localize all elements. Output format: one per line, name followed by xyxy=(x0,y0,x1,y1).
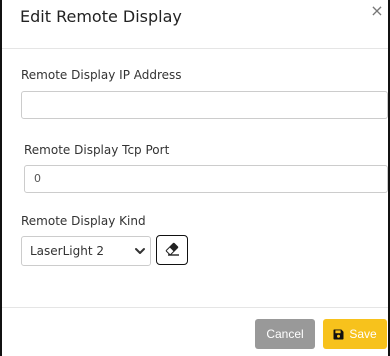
header-divider xyxy=(2,48,388,49)
tcp-port-input[interactable]: 0 xyxy=(24,165,388,193)
display-kind-label: Remote Display Kind xyxy=(21,214,146,228)
save-label: Save xyxy=(349,327,377,341)
footer-divider xyxy=(2,307,388,308)
chevron-down-icon xyxy=(134,244,146,258)
save-button[interactable]: Save xyxy=(323,319,387,349)
edit-remote-display-dialog: Edit Remote Display × Remote Display IP … xyxy=(0,0,390,356)
display-kind-selected-value: LaserLight 2 xyxy=(30,244,105,258)
floppy-disk-icon xyxy=(333,329,344,340)
close-icon[interactable]: × xyxy=(370,3,384,19)
display-kind-select[interactable]: LaserLight 2 xyxy=(21,236,151,266)
ip-address-label: Remote Display IP Address xyxy=(21,68,182,82)
clear-kind-button[interactable] xyxy=(156,235,188,265)
ip-address-input[interactable] xyxy=(21,91,388,119)
eraser-icon xyxy=(164,241,180,260)
cancel-button[interactable]: Cancel xyxy=(255,319,315,349)
dialog-title: Edit Remote Display xyxy=(20,7,182,26)
tcp-port-label: Remote Display Tcp Port xyxy=(24,143,170,157)
dialog-header: Edit Remote Display × xyxy=(2,0,388,48)
